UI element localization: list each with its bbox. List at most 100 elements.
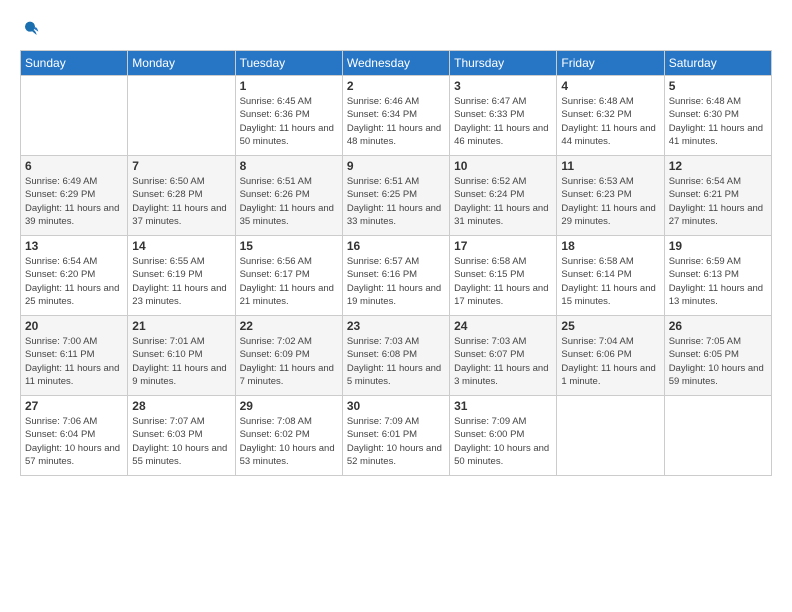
day-number: 9 — [347, 159, 445, 173]
day-info: Sunrise: 7:03 AM Sunset: 6:07 PM Dayligh… — [454, 335, 552, 388]
calendar-day-cell: 30 Sunrise: 7:09 AM Sunset: 6:01 PM Dayli… — [342, 396, 449, 476]
logo — [20, 20, 44, 40]
weekday-header: Saturday — [664, 51, 771, 76]
calendar-day-cell: 5 Sunrise: 6:48 AM Sunset: 6:30 PM Daylig… — [664, 76, 771, 156]
calendar-day-cell: 9 Sunrise: 6:51 AM Sunset: 6:25 PM Daylig… — [342, 156, 449, 236]
weekday-header: Sunday — [21, 51, 128, 76]
day-info: Sunrise: 7:05 AM Sunset: 6:05 PM Dayligh… — [669, 335, 767, 388]
day-info: Sunrise: 6:57 AM Sunset: 6:16 PM Dayligh… — [347, 255, 445, 308]
calendar-day-cell: 24 Sunrise: 7:03 AM Sunset: 6:07 PM Dayli… — [450, 316, 557, 396]
weekday-header: Friday — [557, 51, 664, 76]
day-number: 12 — [669, 159, 767, 173]
day-info: Sunrise: 7:09 AM Sunset: 6:00 PM Dayligh… — [454, 415, 552, 468]
day-number: 17 — [454, 239, 552, 253]
day-info: Sunrise: 6:54 AM Sunset: 6:21 PM Dayligh… — [669, 175, 767, 228]
day-number: 25 — [561, 319, 659, 333]
day-info: Sunrise: 7:07 AM Sunset: 6:03 PM Dayligh… — [132, 415, 230, 468]
calendar-day-cell: 18 Sunrise: 6:58 AM Sunset: 6:14 PM Dayli… — [557, 236, 664, 316]
day-info: Sunrise: 6:49 AM Sunset: 6:29 PM Dayligh… — [25, 175, 123, 228]
calendar-day-cell: 22 Sunrise: 7:02 AM Sunset: 6:09 PM Dayli… — [235, 316, 342, 396]
weekday-header: Tuesday — [235, 51, 342, 76]
day-info: Sunrise: 7:09 AM Sunset: 6:01 PM Dayligh… — [347, 415, 445, 468]
day-number: 27 — [25, 399, 123, 413]
day-number: 26 — [669, 319, 767, 333]
day-info: Sunrise: 6:58 AM Sunset: 6:14 PM Dayligh… — [561, 255, 659, 308]
calendar-day-cell: 20 Sunrise: 7:00 AM Sunset: 6:11 PM Dayli… — [21, 316, 128, 396]
day-info: Sunrise: 6:46 AM Sunset: 6:34 PM Dayligh… — [347, 95, 445, 148]
calendar-day-cell: 2 Sunrise: 6:46 AM Sunset: 6:34 PM Daylig… — [342, 76, 449, 156]
calendar-day-cell: 15 Sunrise: 6:56 AM Sunset: 6:17 PM Dayli… — [235, 236, 342, 316]
day-info: Sunrise: 7:06 AM Sunset: 6:04 PM Dayligh… — [25, 415, 123, 468]
day-info: Sunrise: 7:00 AM Sunset: 6:11 PM Dayligh… — [25, 335, 123, 388]
day-number: 3 — [454, 79, 552, 93]
day-number: 29 — [240, 399, 338, 413]
day-number: 5 — [669, 79, 767, 93]
day-info: Sunrise: 6:48 AM Sunset: 6:32 PM Dayligh… — [561, 95, 659, 148]
day-info: Sunrise: 6:50 AM Sunset: 6:28 PM Dayligh… — [132, 175, 230, 228]
calendar-day-cell: 28 Sunrise: 7:07 AM Sunset: 6:03 PM Dayli… — [128, 396, 235, 476]
calendar-day-cell: 1 Sunrise: 6:45 AM Sunset: 6:36 PM Daylig… — [235, 76, 342, 156]
day-number: 19 — [669, 239, 767, 253]
day-info: Sunrise: 6:51 AM Sunset: 6:25 PM Dayligh… — [347, 175, 445, 228]
calendar-day-cell: 6 Sunrise: 6:49 AM Sunset: 6:29 PM Daylig… — [21, 156, 128, 236]
day-number: 1 — [240, 79, 338, 93]
day-number: 20 — [25, 319, 123, 333]
calendar-day-cell: 27 Sunrise: 7:06 AM Sunset: 6:04 PM Dayli… — [21, 396, 128, 476]
calendar-header-row: SundayMondayTuesdayWednesdayThursdayFrid… — [21, 51, 772, 76]
day-number: 6 — [25, 159, 123, 173]
calendar-day-cell: 16 Sunrise: 6:57 AM Sunset: 6:16 PM Dayli… — [342, 236, 449, 316]
calendar-day-cell: 21 Sunrise: 7:01 AM Sunset: 6:10 PM Dayli… — [128, 316, 235, 396]
calendar-day-cell — [128, 76, 235, 156]
calendar-day-cell: 14Sunrise: 6:55 AM Sunset: 6:19 PM Dayli… — [128, 236, 235, 316]
day-info: Sunrise: 7:04 AM Sunset: 6:06 PM Dayligh… — [561, 335, 659, 388]
day-info: Sunrise: 7:03 AM Sunset: 6:08 PM Dayligh… — [347, 335, 445, 388]
day-number: 13 — [25, 239, 123, 253]
day-number: 4 — [561, 79, 659, 93]
weekday-header: Monday — [128, 51, 235, 76]
logo-icon — [20, 20, 40, 40]
calendar-day-cell: 19Sunrise: 6:59 AM Sunset: 6:13 PM Dayli… — [664, 236, 771, 316]
day-info: Sunrise: 7:01 AM Sunset: 6:10 PM Dayligh… — [132, 335, 230, 388]
day-number: 18 — [561, 239, 659, 253]
day-number: 23 — [347, 319, 445, 333]
day-number: 30 — [347, 399, 445, 413]
calendar-day-cell: 8Sunrise: 6:51 AM Sunset: 6:26 PM Daylig… — [235, 156, 342, 236]
calendar-week-row: 27 Sunrise: 7:06 AM Sunset: 6:04 PM Dayli… — [21, 396, 772, 476]
day-number: 16 — [347, 239, 445, 253]
calendar-day-cell: 7 Sunrise: 6:50 AM Sunset: 6:28 PM Daylig… — [128, 156, 235, 236]
calendar-week-row: 13 Sunrise: 6:54 AM Sunset: 6:20 PM Dayli… — [21, 236, 772, 316]
day-info: Sunrise: 7:08 AM Sunset: 6:02 PM Dayligh… — [240, 415, 338, 468]
day-number: 28 — [132, 399, 230, 413]
calendar-day-cell: 26 Sunrise: 7:05 AM Sunset: 6:05 PM Dayli… — [664, 316, 771, 396]
day-info: Sunrise: 6:47 AM Sunset: 6:33 PM Dayligh… — [454, 95, 552, 148]
day-info: Sunrise: 6:45 AM Sunset: 6:36 PM Dayligh… — [240, 95, 338, 148]
day-info: Sunrise: 6:52 AM Sunset: 6:24 PM Dayligh… — [454, 175, 552, 228]
weekday-header: Wednesday — [342, 51, 449, 76]
day-number: 15 — [240, 239, 338, 253]
calendar-day-cell: 10 Sunrise: 6:52 AM Sunset: 6:24 PM Dayli… — [450, 156, 557, 236]
day-number: 2 — [347, 79, 445, 93]
day-number: 22 — [240, 319, 338, 333]
day-number: 11 — [561, 159, 659, 173]
day-number: 31 — [454, 399, 552, 413]
day-number: 7 — [132, 159, 230, 173]
day-info: Sunrise: 6:56 AM Sunset: 6:17 PM Dayligh… — [240, 255, 338, 308]
calendar-week-row: 1 Sunrise: 6:45 AM Sunset: 6:36 PM Daylig… — [21, 76, 772, 156]
weekday-header: Thursday — [450, 51, 557, 76]
calendar-week-row: 20 Sunrise: 7:00 AM Sunset: 6:11 PM Dayli… — [21, 316, 772, 396]
calendar-day-cell: 3 Sunrise: 6:47 AM Sunset: 6:33 PM Daylig… — [450, 76, 557, 156]
day-info: Sunrise: 6:58 AM Sunset: 6:15 PM Dayligh… — [454, 255, 552, 308]
day-info: Sunrise: 6:48 AM Sunset: 6:30 PM Dayligh… — [669, 95, 767, 148]
calendar-week-row: 6 Sunrise: 6:49 AM Sunset: 6:29 PM Daylig… — [21, 156, 772, 236]
calendar-day-cell: 31 Sunrise: 7:09 AM Sunset: 6:00 PM Dayli… — [450, 396, 557, 476]
day-number: 10 — [454, 159, 552, 173]
day-number: 24 — [454, 319, 552, 333]
day-info: Sunrise: 6:55 AM Sunset: 6:19 PM Dayligh… — [132, 255, 230, 308]
day-info: Sunrise: 6:54 AM Sunset: 6:20 PM Dayligh… — [25, 255, 123, 308]
day-info: Sunrise: 7:02 AM Sunset: 6:09 PM Dayligh… — [240, 335, 338, 388]
calendar-day-cell — [664, 396, 771, 476]
calendar-day-cell: 25 Sunrise: 7:04 AM Sunset: 6:06 PM Dayli… — [557, 316, 664, 396]
calendar-day-cell: 13 Sunrise: 6:54 AM Sunset: 6:20 PM Dayli… — [21, 236, 128, 316]
calendar-day-cell: 29 Sunrise: 7:08 AM Sunset: 6:02 PM Dayli… — [235, 396, 342, 476]
day-number: 21 — [132, 319, 230, 333]
